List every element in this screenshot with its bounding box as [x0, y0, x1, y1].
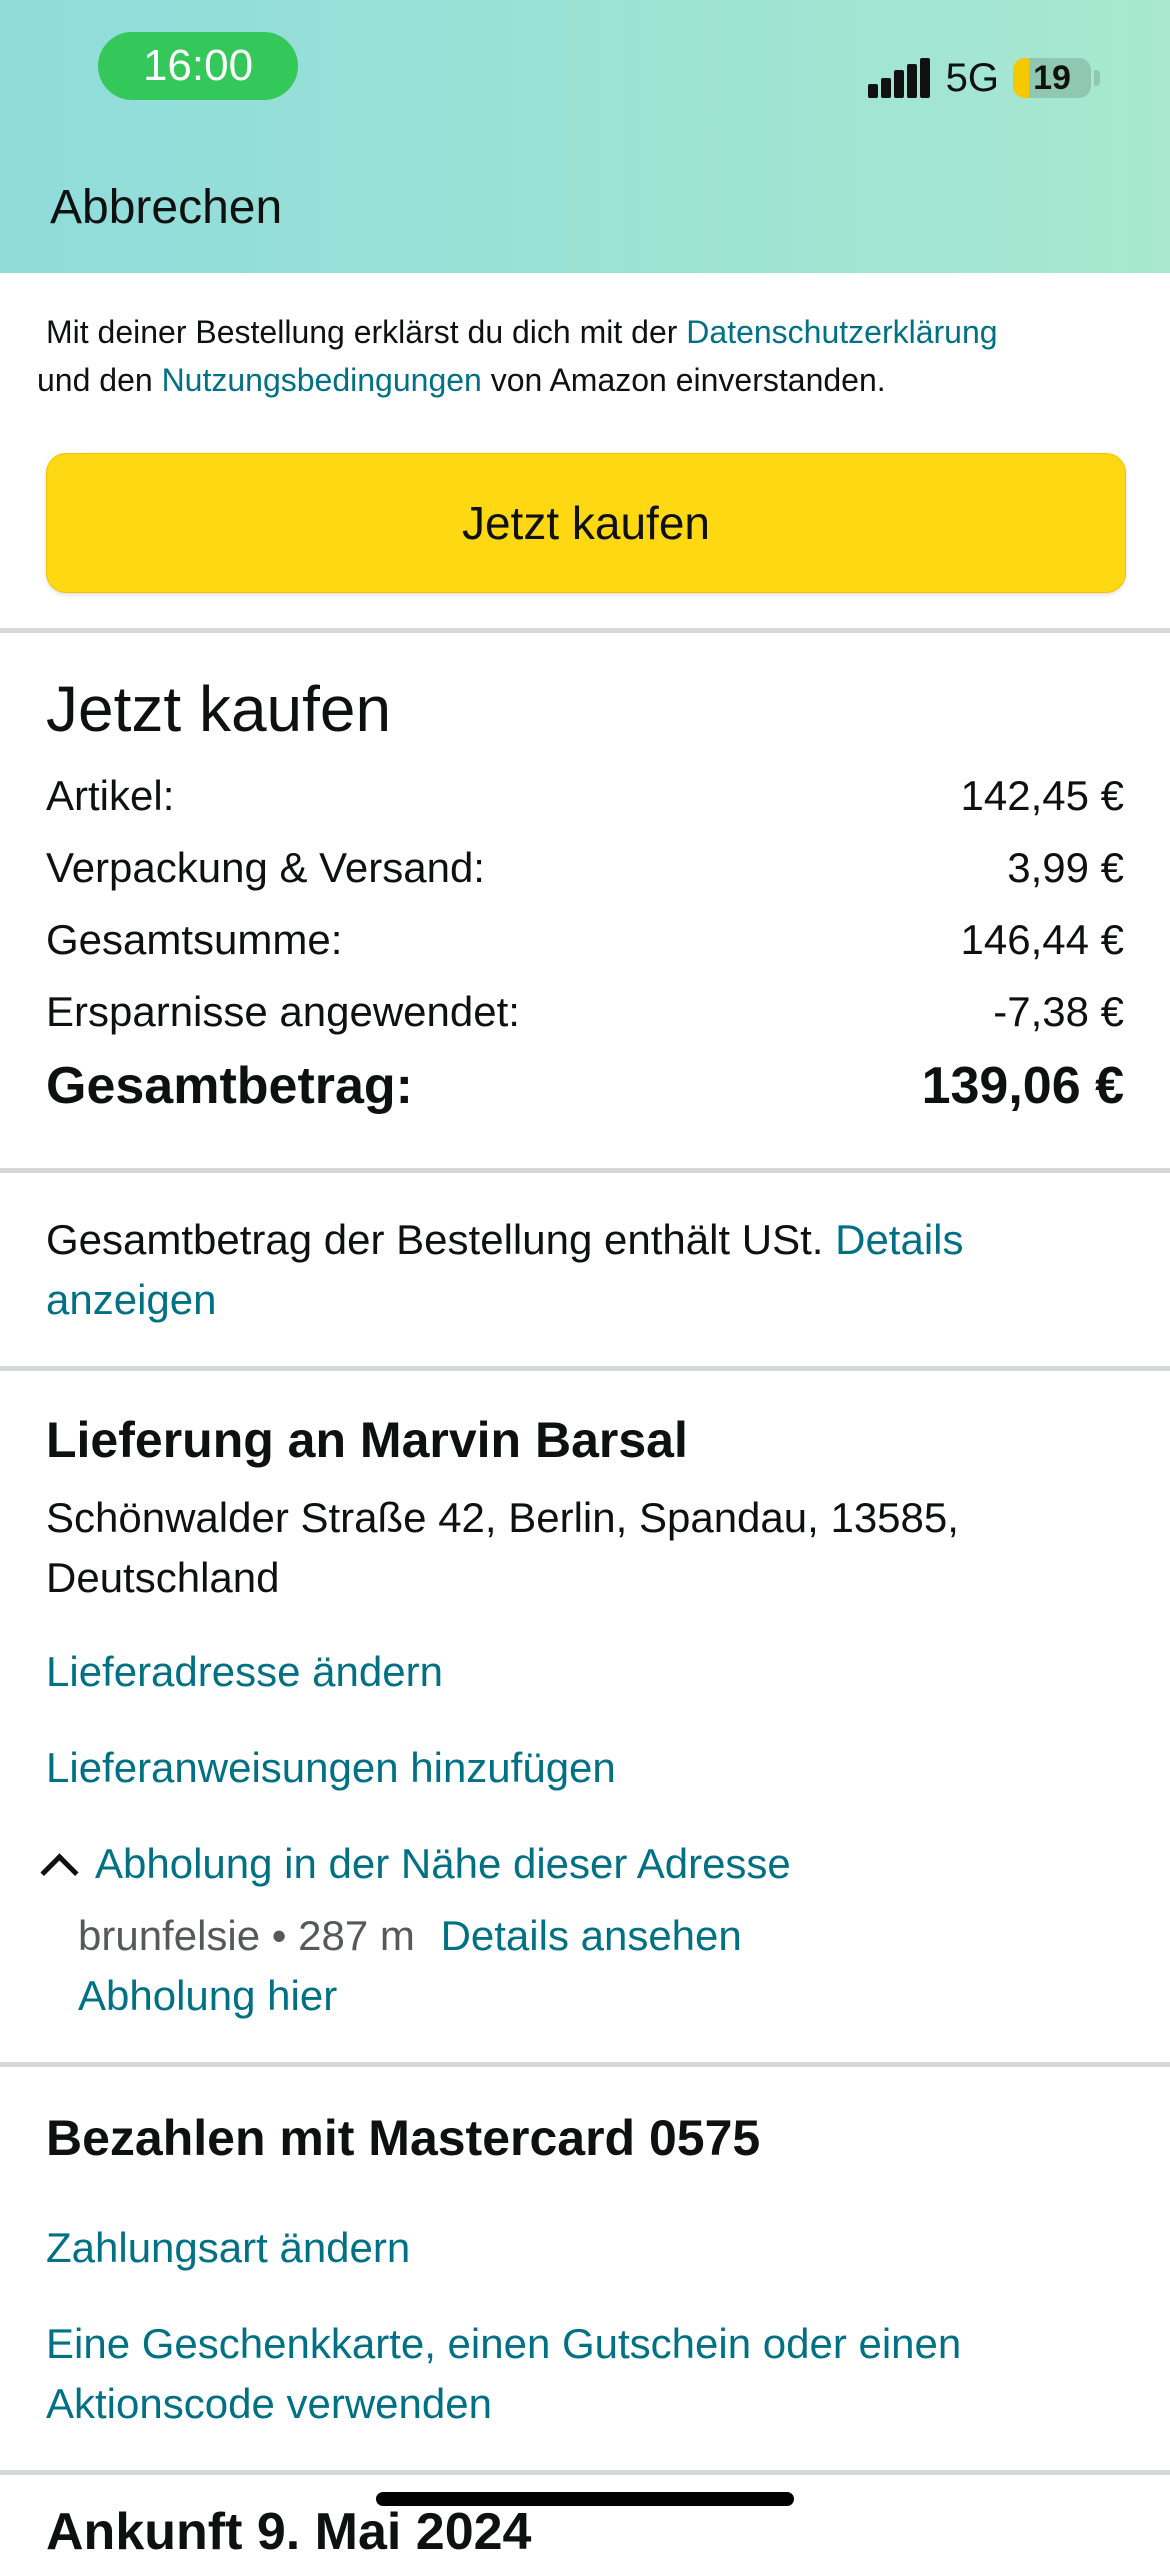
summary-title: Jetzt kaufen — [46, 673, 392, 745]
legal-text: Mit deiner Bestellung erklärst du dich m… — [46, 314, 687, 350]
next-section-title: Ankunft 9. Mai 2024 — [46, 2503, 532, 2561]
pickup-location: brunfelsie • 287 m Details ansehen — [78, 1906, 742, 1966]
home-indicator[interactable] — [376, 2492, 794, 2506]
legal-text: von Amazon einverstanden. — [481, 362, 886, 398]
status-time: 16:00 — [98, 32, 298, 100]
vat-notice: Gesamtbetrag der Bestellung enthält USt.… — [46, 1216, 964, 1323]
pickup-name: brunfelsie — [78, 1912, 261, 1959]
summary-row-shipping: Verpackung & Versand: 3,99 € — [46, 844, 1124, 891]
privacy-link[interactable]: Datenschutzerklärung — [686, 314, 997, 350]
legal-text: und den — [37, 362, 162, 398]
header: 16:00 5G 19 Abbrechen — [0, 0, 1170, 273]
summary-row-total: Gesamtbetrag: 139,06 € — [46, 1057, 1124, 1115]
delivery-address: Schönwalder Straße 42, Berlin, Spandau, … — [46, 1494, 959, 1601]
pickup-toggle[interactable]: Abholung in der Nähe dieser Adresse — [40, 1834, 791, 1894]
divider — [0, 1366, 1170, 1371]
gift-card-link[interactable]: Eine Geschenkkarte, einen Gutschein oder… — [46, 2314, 1106, 2434]
summary-row-items: Artikel: 142,45 € — [46, 772, 1124, 819]
delivery-title: Lieferung an Marvin Barsal — [46, 1412, 688, 1468]
divider — [0, 2470, 1170, 2475]
divider — [0, 628, 1170, 633]
cancel-button[interactable]: Abbrechen — [50, 180, 282, 235]
change-payment-link[interactable]: Zahlungsart ändern — [46, 2218, 410, 2278]
pickup-distance: • 287 m — [271, 1912, 415, 1959]
pickup-toggle-label: Abholung in der Nähe dieser Adresse — [95, 1840, 791, 1887]
signal-icon — [867, 58, 930, 98]
divider — [0, 1168, 1170, 1173]
pickup-details-link[interactable]: Details ansehen — [441, 1912, 742, 1959]
change-address-link[interactable]: Lieferadresse ändern — [46, 1642, 443, 1702]
buy-now-button[interactable]: Jetzt kaufen — [46, 453, 1126, 593]
payment-title: Bezahlen mit Mastercard 0575 — [46, 2110, 761, 2166]
network-label: 5G — [945, 55, 999, 100]
battery-icon: 19 — [1013, 58, 1091, 98]
battery-level: 19 — [1033, 59, 1071, 97]
summary-row-savings: Ersparnisse angewendet: -7,38 € — [46, 988, 1124, 1035]
status-icons: 5G 19 — [867, 50, 1100, 106]
pickup-here-link[interactable]: Abholung hier — [78, 1966, 337, 2026]
divider — [0, 2062, 1170, 2067]
add-instructions-link[interactable]: Lieferanweisungen hinzufügen — [46, 1738, 616, 1798]
chevron-up-icon — [40, 1853, 79, 1892]
legal-notice: Mit deiner Bestellung erklärst du dich m… — [37, 308, 1126, 404]
summary-row-subtotal: Gesamtsumme: 146,44 € — [46, 916, 1124, 963]
terms-link[interactable]: Nutzungsbedingungen — [162, 362, 482, 398]
